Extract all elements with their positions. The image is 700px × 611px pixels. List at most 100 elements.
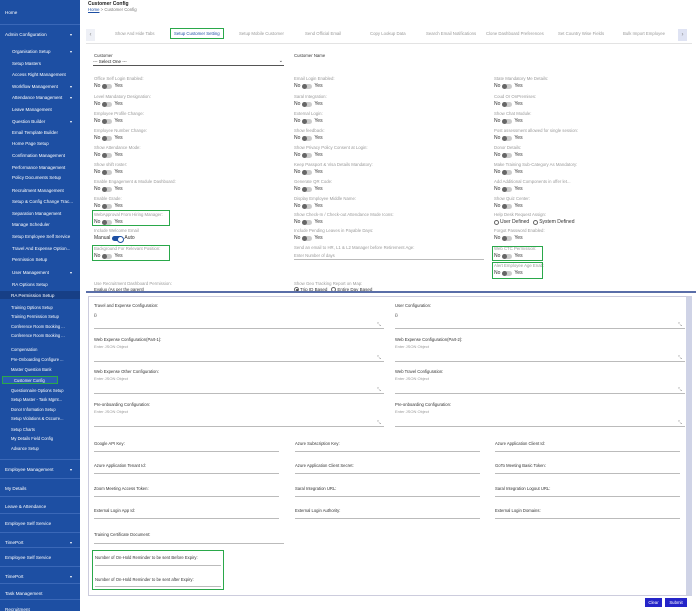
sidebar-sub-item[interactable]: My Details Field Config: [0, 434, 80, 442]
toggle-switch[interactable]: [102, 186, 113, 192]
sidebar-sub-item[interactable]: Setup Master - Task Mgmt...: [0, 395, 80, 403]
sidebar-group-item[interactable]: Attendance Management ▾: [0, 93, 80, 101]
retire-days-input[interactable]: Enter Number of days: [294, 253, 484, 260]
sidebar-group-item[interactable]: Setup Employee Self Service: [0, 232, 80, 240]
sidebar-group-item[interactable]: Leave Management: [0, 105, 80, 113]
resize-handle-icon[interactable]: ⤡: [377, 355, 381, 361]
toggle-switch[interactable]: [302, 101, 313, 107]
yes-no-toggle[interactable]: No Yes: [494, 118, 523, 124]
sidebar-section-item[interactable]: Employee Self Service: [0, 519, 80, 527]
sidebar-group-item[interactable]: Setup Masters: [0, 59, 80, 67]
sidebar-sub-item[interactable]: Master Question Bank: [0, 365, 80, 373]
toggle-switch[interactable]: [502, 203, 513, 209]
sidebar-group-item[interactable]: Access Right Management: [0, 70, 80, 78]
yes-no-toggle[interactable]: No Yes: [94, 118, 123, 124]
tab-search-email-notifications[interactable]: Search Email Notifications: [426, 31, 476, 36]
toggle-switch[interactable]: [302, 186, 313, 192]
toggle-switch[interactable]: [302, 235, 313, 241]
resize-handle-icon[interactable]: ⤡: [678, 387, 682, 393]
sidebar-sub-item[interactable]: Questionnaire Options Setup: [0, 386, 80, 394]
sidebar-section-item[interactable]: Employee Self Service: [0, 553, 80, 561]
welcome-email-toggle[interactable]: Manual Auto: [94, 235, 135, 243]
sidebar-group-item[interactable]: Question Builder ▾: [0, 117, 80, 125]
yes-no-toggle[interactable]: No Yes: [294, 219, 323, 225]
sidebar-sub-item[interactable]: Training Permission Setup: [0, 312, 80, 320]
yes-no-toggle[interactable]: No Yes: [494, 101, 523, 107]
yes-no-toggle[interactable]: No Yes: [494, 203, 523, 209]
yes-no-toggle[interactable]: No Yes: [294, 169, 323, 175]
toggle-switch[interactable]: [102, 152, 113, 158]
yes-no-toggle[interactable]: No Yes: [94, 83, 123, 89]
breadcrumb-home-link[interactable]: Home: [88, 7, 99, 12]
yes-no-toggle[interactable]: No Yes: [94, 152, 123, 158]
clear-button[interactable]: Clear: [645, 598, 662, 607]
yes-no-toggle[interactable]: No Yes: [494, 152, 523, 158]
yes-no-toggle[interactable]: No Yes: [494, 186, 523, 192]
sidebar-sub-item[interactable]: Conference Room Booking ...: [0, 331, 80, 339]
config-field-input[interactable]: [295, 496, 480, 497]
web-travel-input[interactable]: Enter JSON Object: [395, 376, 429, 381]
sidebar-group-item[interactable]: Workflow Management ▾: [0, 82, 80, 90]
sidebar-group-item[interactable]: Setup & Config Change Trac...: [0, 197, 80, 205]
config-field-input[interactable]: [495, 518, 680, 519]
web-expense-1-input[interactable]: Enter JSON Object: [94, 344, 128, 349]
yes-no-toggle[interactable]: No Yes: [294, 235, 323, 241]
submit-button[interactable]: Submit: [665, 598, 687, 607]
config-field-input[interactable]: [94, 518, 279, 519]
yes-no-toggle[interactable]: No Yes: [294, 203, 323, 209]
sidebar-group-item[interactable]: Confirmation Management: [0, 151, 80, 159]
toggle-switch[interactable]: [302, 152, 313, 158]
config-field-input[interactable]: [94, 473, 279, 474]
yes-no-toggle[interactable]: No Yes: [294, 152, 323, 158]
sidebar-item-home[interactable]: Home: [0, 8, 80, 16]
yes-no-toggle[interactable]: No Yes: [494, 83, 523, 89]
sidebar-group-item[interactable]: Performance Management: [0, 163, 80, 171]
toggle-switch[interactable]: [102, 169, 113, 175]
radio-user-defined[interactable]: [494, 219, 499, 225]
yes-no-toggle[interactable]: No Yes: [94, 186, 123, 192]
config-field-input[interactable]: [94, 496, 279, 497]
sidebar-sub-item[interactable]: Donor Information Setup: [0, 405, 80, 413]
config-field-input[interactable]: [94, 451, 279, 452]
sidebar-item-ra-permission[interactable]: RA Permission Setup: [0, 291, 80, 299]
tab-prev-button[interactable]: ‹: [86, 29, 95, 41]
config-field-input[interactable]: [495, 451, 680, 452]
resize-handle-icon[interactable]: ⤡: [678, 322, 682, 328]
toggle-switch[interactable]: [502, 135, 513, 141]
config-field-input[interactable]: [495, 496, 680, 497]
toggle-switch[interactable]: [302, 219, 313, 225]
yes-no-toggle[interactable]: No Yes: [494, 169, 523, 175]
sidebar-section-item[interactable]: TimePort ▾: [0, 538, 80, 546]
sidebar-section-item[interactable]: Employee Management ▾: [0, 465, 80, 473]
sidebar-item-admin[interactable]: Admin Configuration ▾: [0, 30, 80, 38]
sidebar-group-item[interactable]: Manage Scheduler: [0, 220, 80, 228]
sidebar-group-item[interactable]: Email Template Builder: [0, 128, 80, 136]
sidebar-group-item[interactable]: Policy Documents Setup: [0, 173, 80, 181]
sidebar-group-item[interactable]: Recruitment Management: [0, 186, 80, 194]
toggle-switch[interactable]: [102, 118, 113, 124]
sidebar-item-customer-config[interactable]: Customer Config: [2, 376, 58, 384]
toggle-switch[interactable]: [302, 118, 313, 124]
resize-handle-icon[interactable]: ⤡: [678, 355, 682, 361]
resize-handle-icon[interactable]: ⤡: [678, 420, 682, 426]
tab-clone-dashboard[interactable]: Clone Dashboard Preferences: [486, 31, 544, 36]
tab-setup-mobile-customer[interactable]: Setup Mobile Customer: [239, 31, 284, 36]
sidebar-sub-item[interactable]: Setup Violations & Occurre...: [0, 414, 80, 422]
toggle-switch[interactable]: [102, 203, 113, 209]
yes-no-toggle[interactable]: No Yes: [94, 169, 123, 175]
toggle-switch[interactable]: [502, 235, 513, 241]
sidebar-section-item[interactable]: Task Management: [0, 589, 80, 597]
sidebar-sub-item[interactable]: Compensation: [0, 345, 80, 353]
toggle-switch[interactable]: [102, 135, 113, 141]
sidebar-group-item[interactable]: Permission Setup: [0, 255, 80, 263]
sidebar-sub-item[interactable]: Advance Setup: [0, 444, 80, 452]
tab-copy-lookup-data[interactable]: Copy Lookup Data: [370, 31, 406, 36]
yes-no-toggle[interactable]: No Yes: [294, 186, 323, 192]
sidebar-group-item[interactable]: User Management ▾: [0, 268, 80, 276]
yes-no-toggle[interactable]: No Yes: [294, 83, 323, 89]
user-config-input[interactable]: {}: [395, 312, 398, 317]
sidebar-sub-item[interactable]: Pre-Onboarding Configure ...: [0, 355, 80, 363]
sidebar-section-item[interactable]: TimePort ▾: [0, 572, 80, 580]
toggle-switch[interactable]: [502, 169, 513, 175]
sidebar-group-item[interactable]: Separation Management: [0, 209, 80, 217]
